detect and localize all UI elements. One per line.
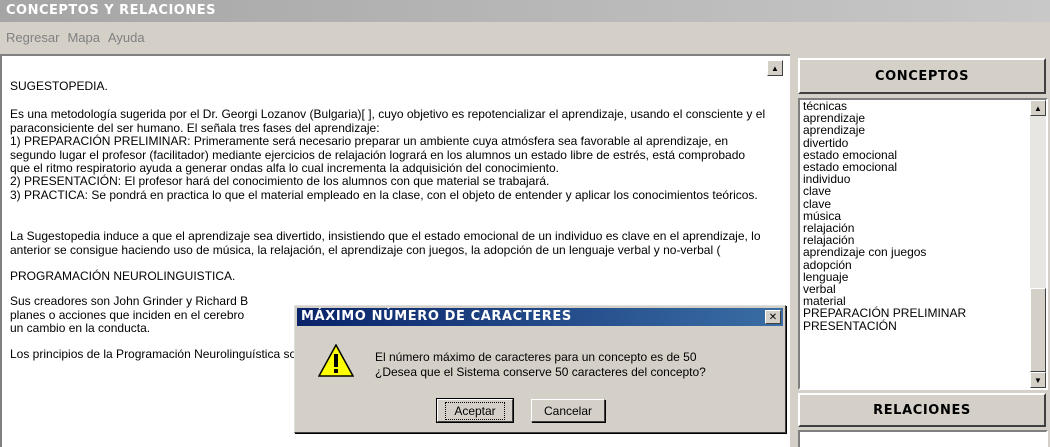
concept-list-item[interactable]: lenguaje [803, 271, 1046, 283]
dialog-message-line2: ¿Desea que el Sistema conserve 50 caract… [375, 365, 706, 379]
conceptos-scrollbar[interactable]: ▲ ▼ [1030, 100, 1046, 388]
dialog-message: El número máximo de caracteres para un c… [375, 350, 706, 380]
conceptos-list[interactable]: técnicas aprendizaje aprendizaje divertido e… [798, 98, 1048, 390]
menu-regresar[interactable]: Regresar [6, 30, 59, 45]
relaciones-list[interactable] [798, 430, 1048, 447]
menu-ayuda[interactable]: Ayuda [108, 30, 145, 45]
concept-list-item[interactable]: PREPARACIÓN PRELIMINAR [803, 307, 1046, 319]
close-icon[interactable]: ✕ [765, 310, 781, 324]
paragraph-sugestopedia-description: Es una metodología sugerida por el Dr. G… [10, 107, 766, 202]
concept-list-item[interactable]: clave [803, 185, 1046, 197]
conceptos-scroll-down-button[interactable]: ▼ [1030, 372, 1046, 388]
dialog-title-bar: MÁXIMO NÚMERO DE CARACTERES [297, 308, 783, 326]
window-title-bar: CONCEPTOS Y RELACIONES [0, 0, 1050, 22]
dialog-title: MÁXIMO NÚMERO DE CARACTERES [301, 309, 572, 324]
concept-list-item[interactable]: individuo [803, 173, 1046, 185]
max-characters-dialog: MÁXIMO NÚMERO DE CARACTERES ✕ El número … [294, 305, 786, 433]
conceptos-scroll-up-button[interactable]: ▲ [1030, 100, 1046, 116]
section-title-sugestopedia: SUGESTOPEDIA. [10, 79, 108, 93]
menu-mapa[interactable]: Mapa [67, 30, 100, 45]
document-scroll-up-button[interactable]: ▲ [767, 60, 783, 76]
conceptos-scroll-thumb[interactable] [1030, 288, 1046, 372]
concept-list-item[interactable]: aprendizaje con juegos [803, 246, 1046, 258]
dialog-message-line1: El número máximo de caracteres para un c… [375, 350, 697, 364]
concept-list-item[interactable]: aprendizaje [803, 124, 1046, 136]
relaciones-header-label: RELACIONES [873, 402, 971, 418]
cancel-button[interactable]: Cancelar [531, 399, 605, 422]
concept-list-item[interactable]: adopción [803, 258, 1046, 270]
conceptos-header-label: CONCEPTOS [874, 68, 970, 84]
accept-button-label: Aceptar [445, 401, 505, 420]
concept-list-item[interactable]: divertido [803, 136, 1046, 148]
conceptos-items: técnicas aprendizaje aprendizaje divertido e… [800, 100, 1046, 332]
concept-list-item[interactable]: clave [803, 197, 1046, 209]
window-title: CONCEPTOS Y RELACIONES [6, 3, 216, 18]
concept-list-item[interactable]: PRESENTACIÓN [803, 319, 1046, 331]
accept-button[interactable]: Aceptar [436, 398, 514, 423]
relaciones-header[interactable]: RELACIONES [798, 393, 1046, 427]
cancel-button-label: Cancelar [543, 403, 593, 418]
paragraph-sugestopedia-induce: La Sugestopedia induce a que el aprendiz… [10, 229, 761, 257]
conceptos-header[interactable]: CONCEPTOS [798, 58, 1046, 94]
warning-icon [318, 344, 354, 377]
menu-bar: Regresar Mapa Ayuda [0, 22, 1050, 52]
section-title-pnl: PROGRAMACIÓN NEUROLINGUISTICA. [10, 268, 236, 283]
